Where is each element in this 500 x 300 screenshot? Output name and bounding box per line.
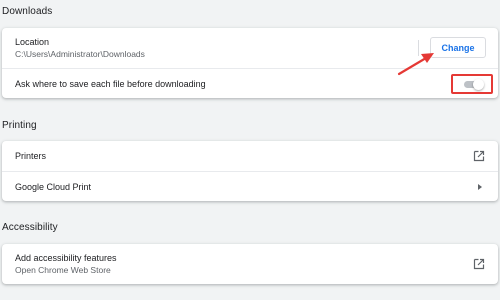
ask-where-row[interactable]: Ask where to save each file before downl… bbox=[2, 68, 498, 98]
add-accessibility-row[interactable]: Add accessibility features Open Chrome W… bbox=[2, 244, 498, 284]
printing-card: Printers Google Cloud Print bbox=[2, 141, 498, 201]
settings-page: Downloads Location C:\Users\Administrato… bbox=[0, 0, 500, 300]
printers-label: Printers bbox=[15, 151, 47, 161]
printers-row[interactable]: Printers bbox=[2, 141, 498, 171]
cloud-print-label: Google Cloud Print bbox=[15, 182, 92, 192]
location-row: Location C:\Users\Administrator\Download… bbox=[2, 28, 498, 68]
location-path: C:\Users\Administrator\Downloads bbox=[15, 49, 145, 59]
annotation-highlight-box bbox=[451, 74, 493, 94]
cloud-print-row[interactable]: Google Cloud Print bbox=[2, 171, 498, 201]
change-location-button[interactable]: Change bbox=[430, 37, 486, 58]
printing-heading: Printing bbox=[2, 120, 37, 131]
ask-where-label: Ask where to save each file before downl… bbox=[15, 79, 206, 89]
location-label: Location bbox=[15, 37, 50, 47]
downloads-card: Location C:\Users\Administrator\Download… bbox=[2, 28, 498, 98]
accessibility-card: Add accessibility features Open Chrome W… bbox=[2, 244, 498, 284]
web-store-label: Open Chrome Web Store bbox=[15, 265, 111, 275]
accessibility-heading: Accessibility bbox=[2, 222, 58, 233]
row-separator bbox=[418, 40, 419, 56]
open-in-new-icon[interactable] bbox=[473, 258, 485, 270]
downloads-heading: Downloads bbox=[2, 6, 53, 17]
add-features-label: Add accessibility features bbox=[15, 253, 117, 263]
open-in-new-icon[interactable] bbox=[473, 150, 485, 162]
chevron-right-icon[interactable] bbox=[476, 183, 484, 191]
